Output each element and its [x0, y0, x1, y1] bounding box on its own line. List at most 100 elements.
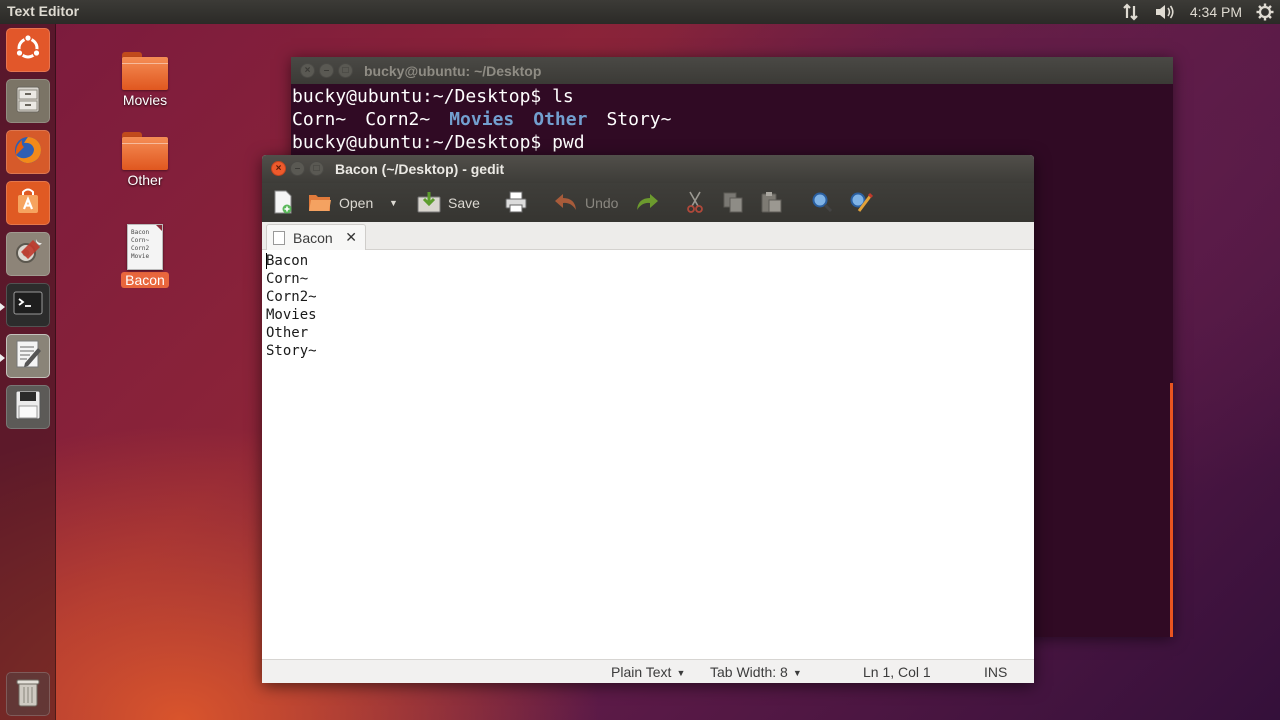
text-editor-launcher[interactable]	[6, 334, 50, 378]
window-title: Bacon (~/Desktop) - gedit	[335, 161, 505, 177]
new-document-button[interactable]	[272, 190, 294, 216]
terminal-line: bucky@ubuntu:~/Desktop$ ls	[292, 86, 574, 107]
firefox-launcher[interactable]	[6, 130, 50, 174]
save-button[interactable]: Save	[417, 190, 480, 216]
ls-entry: Corn2~	[365, 109, 431, 130]
desktop-file-bacon[interactable]: Bacon Corn~ Corn2 Movie Bacon	[105, 224, 185, 288]
chevron-down-icon: ▼	[389, 198, 398, 208]
clipboard-icon	[760, 191, 782, 216]
cursor-position: Ln 1, Col 1	[863, 664, 931, 680]
launcher	[0, 24, 56, 720]
firefox-icon	[12, 134, 44, 171]
save-device-launcher[interactable]	[6, 385, 50, 429]
terminal-screen[interactable]: bucky@ubuntu:~/Desktop$ ls Corn~ Corn2~ Mo…	[291, 84, 1173, 155]
tab-width-label: Tab Width: 8	[710, 664, 788, 680]
maximize-icon[interactable]: □	[338, 63, 353, 78]
desktop-folder-movies[interactable]: Movies	[105, 52, 185, 108]
thumb-line: Corn2	[131, 245, 150, 252]
editor-line: Story~	[266, 343, 317, 359]
text-cursor	[266, 253, 267, 269]
thumb-line: Corn~	[131, 237, 150, 244]
active-app-name[interactable]: Text Editor	[7, 3, 79, 19]
terminal-icon	[12, 288, 44, 323]
editor-line: Other	[266, 325, 309, 341]
ls-output-line: Corn~ Corn2~ Movies Other Story~	[292, 108, 1172, 131]
volume-icon[interactable]	[1154, 3, 1176, 21]
maximize-icon[interactable]: □	[309, 161, 324, 176]
search-icon	[811, 191, 833, 216]
terminal-line: bucky@ubuntu:~/Desktop$ pwd	[292, 132, 585, 153]
redo-button[interactable]	[635, 190, 659, 216]
minimize-icon[interactable]: –	[290, 161, 305, 176]
files-launcher[interactable]	[6, 79, 50, 123]
terminal-title: bucky@ubuntu: ~/Desktop	[364, 63, 542, 79]
minimize-icon[interactable]: –	[319, 63, 334, 78]
search-replace-button[interactable]	[849, 190, 874, 216]
cut-button[interactable]	[685, 190, 705, 216]
text-editor-icon	[12, 338, 44, 375]
tab-width-selector[interactable]: Tab Width: 8 ▼	[710, 664, 802, 680]
folder-open-icon	[308, 191, 332, 216]
system-settings-launcher[interactable]	[6, 232, 50, 276]
print-button[interactable]	[505, 190, 527, 216]
close-icon[interactable]: ✕	[345, 229, 357, 246]
wrench-gear-icon	[12, 236, 44, 273]
undo-label: Undo	[585, 195, 619, 211]
printer-icon	[505, 191, 527, 216]
save-icon	[417, 191, 441, 216]
editor-line: Corn2~	[266, 289, 317, 305]
editor-line: Bacon	[266, 253, 309, 269]
undo-button[interactable]: Undo	[554, 190, 618, 216]
top-panel: Text Editor 4:34 PM	[0, 0, 1280, 24]
scissors-icon	[685, 191, 705, 216]
copy-button[interactable]	[722, 190, 744, 216]
terminal-launcher[interactable]	[6, 283, 50, 327]
gedit-window[interactable]: × – □ Bacon (~/Desktop) - gedit Open ▼ S…	[262, 155, 1034, 683]
search-replace-icon	[849, 191, 874, 216]
editor-line: Movies	[266, 307, 317, 323]
ls-entry-directory: Other	[533, 109, 588, 130]
search-button[interactable]	[811, 190, 833, 216]
file-cabinet-icon	[13, 84, 43, 119]
ls-entry-directory: Movies	[449, 109, 515, 130]
trash-launcher[interactable]	[6, 672, 50, 716]
gedit-toolbar: Open ▼ Save Undo	[262, 183, 1034, 222]
language-label: Plain Text	[611, 664, 672, 680]
folder-icon	[122, 52, 168, 90]
ubuntu-logo-icon	[13, 33, 43, 68]
folder-icon	[122, 132, 168, 170]
close-icon[interactable]: ×	[271, 161, 286, 176]
terminal-titlebar[interactable]: × – □ bucky@ubuntu: ~/Desktop	[291, 57, 1173, 84]
indicator-area: 4:34 PM	[1122, 0, 1274, 24]
text-file-icon: Bacon Corn~ Corn2 Movie	[127, 224, 163, 270]
desktop-icon-label: Movies	[122, 92, 168, 108]
terminal-scrollbar[interactable]	[1170, 383, 1173, 637]
gedit-titlebar[interactable]: × – □ Bacon (~/Desktop) - gedit	[262, 155, 1034, 183]
editor-line: Corn~	[266, 271, 309, 287]
close-icon[interactable]: ×	[300, 63, 315, 78]
save-label: Save	[448, 195, 480, 211]
open-button[interactable]: Open	[308, 190, 373, 216]
copy-icon	[722, 191, 744, 216]
software-center-launcher[interactable]	[6, 181, 50, 225]
running-indicator	[0, 303, 5, 311]
settings-gear-icon[interactable]	[1256, 3, 1274, 21]
new-document-icon	[272, 190, 294, 217]
chevron-down-icon: ▼	[792, 668, 802, 678]
desktop-folder-other[interactable]: Other	[105, 132, 185, 188]
text-editor-area[interactable]: Bacon Corn~ Corn2~ Movies Other Story~	[262, 250, 1034, 659]
redo-arrow-icon	[635, 192, 659, 215]
language-selector[interactable]: Plain Text ▼	[611, 664, 685, 680]
open-recent-dropdown[interactable]: ▼	[389, 190, 398, 216]
statusbar: Plain Text ▼ Tab Width: 8 ▼ Ln 1, Col 1 IN…	[262, 659, 1034, 683]
clock[interactable]: 4:34 PM	[1190, 4, 1242, 20]
paste-button[interactable]	[760, 190, 782, 216]
thumb-line: Bacon	[131, 229, 150, 236]
dash-home-button[interactable]	[6, 28, 50, 72]
ls-entry: Story~	[606, 109, 672, 130]
shopping-bag-icon	[13, 186, 43, 221]
floppy-icon	[13, 389, 43, 426]
network-icon[interactable]	[1122, 3, 1140, 21]
thumb-line: Movie	[131, 253, 150, 260]
document-tab[interactable]: Bacon ✕	[266, 224, 366, 250]
